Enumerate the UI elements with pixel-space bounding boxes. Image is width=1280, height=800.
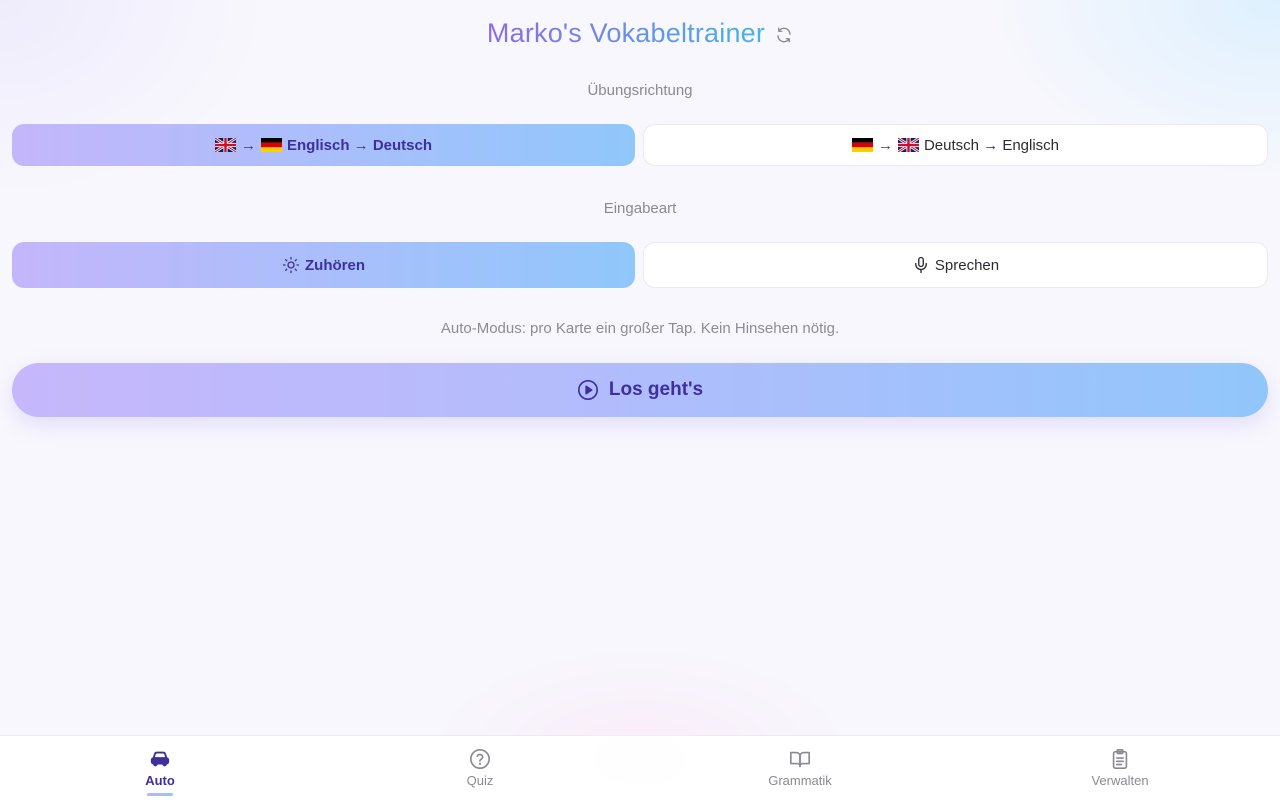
- play-icon: [577, 379, 599, 401]
- direction-en-de-button[interactable]: → Englisch → Deutsch: [12, 124, 635, 166]
- direction-de-en-button[interactable]: → Deutsch → Englisch: [643, 124, 1268, 166]
- active-tab-indicator: [147, 793, 173, 796]
- listen-mode-label: Zuhören: [305, 256, 365, 274]
- app-header: Marko's Vokabeltrainer: [0, 14, 1280, 52]
- direction-de-en-label: Deutsch → Englisch: [923, 136, 1060, 154]
- sun-icon: [282, 256, 300, 274]
- nav-label-grammatik: Grammatik: [768, 773, 832, 788]
- microphone-icon: [912, 256, 930, 274]
- clipboard-icon: [1109, 748, 1131, 770]
- arrow-glyph: →: [877, 136, 893, 154]
- start-button-label: Los geht's: [608, 379, 704, 400]
- nav-item-verwalten[interactable]: Verwalten: [960, 736, 1280, 800]
- direction-options: → Englisch → Deutsch → Deutsch → Englisc…: [12, 124, 1268, 166]
- speak-mode-label: Sprechen: [934, 256, 1000, 274]
- direction-label: Übungsrichtung: [587, 82, 693, 99]
- direction-en-de-label: Englisch → Deutsch: [286, 136, 433, 154]
- start-button[interactable]: Los geht's: [12, 363, 1268, 417]
- uk-flag-icon: [897, 138, 919, 152]
- german-flag-icon: [260, 138, 282, 152]
- nav-item-grammatik[interactable]: Grammatik: [640, 736, 960, 800]
- speak-mode-button[interactable]: Sprechen: [643, 242, 1268, 288]
- app-title: Marko's Vokabeltrainer: [486, 17, 766, 48]
- auto-mode-hint: Auto-Modus: pro Karte ein großer Tap. Ke…: [440, 320, 840, 337]
- input-mode-options: Zuhören Sprechen: [12, 242, 1268, 288]
- listen-mode-button[interactable]: Zuhören: [12, 242, 635, 288]
- bottom-navigation: Auto Quiz Grammatik Verwalten: [0, 735, 1280, 800]
- refresh-icon[interactable]: [775, 26, 793, 44]
- arrow-glyph: →: [240, 136, 256, 154]
- nav-item-quiz[interactable]: Quiz: [320, 736, 640, 800]
- nav-label-auto: Auto: [145, 773, 175, 788]
- nav-label-quiz: Quiz: [466, 773, 494, 788]
- german-flag-icon: [851, 138, 873, 152]
- nav-label-verwalten: Verwalten: [1091, 773, 1149, 788]
- question-circle-icon: [469, 748, 491, 770]
- car-icon: [149, 748, 171, 770]
- uk-flag-icon: [214, 138, 236, 152]
- book-open-icon: [789, 748, 811, 770]
- input-mode-label: Eingabeart: [603, 200, 677, 217]
- nav-item-auto[interactable]: Auto: [0, 736, 320, 800]
